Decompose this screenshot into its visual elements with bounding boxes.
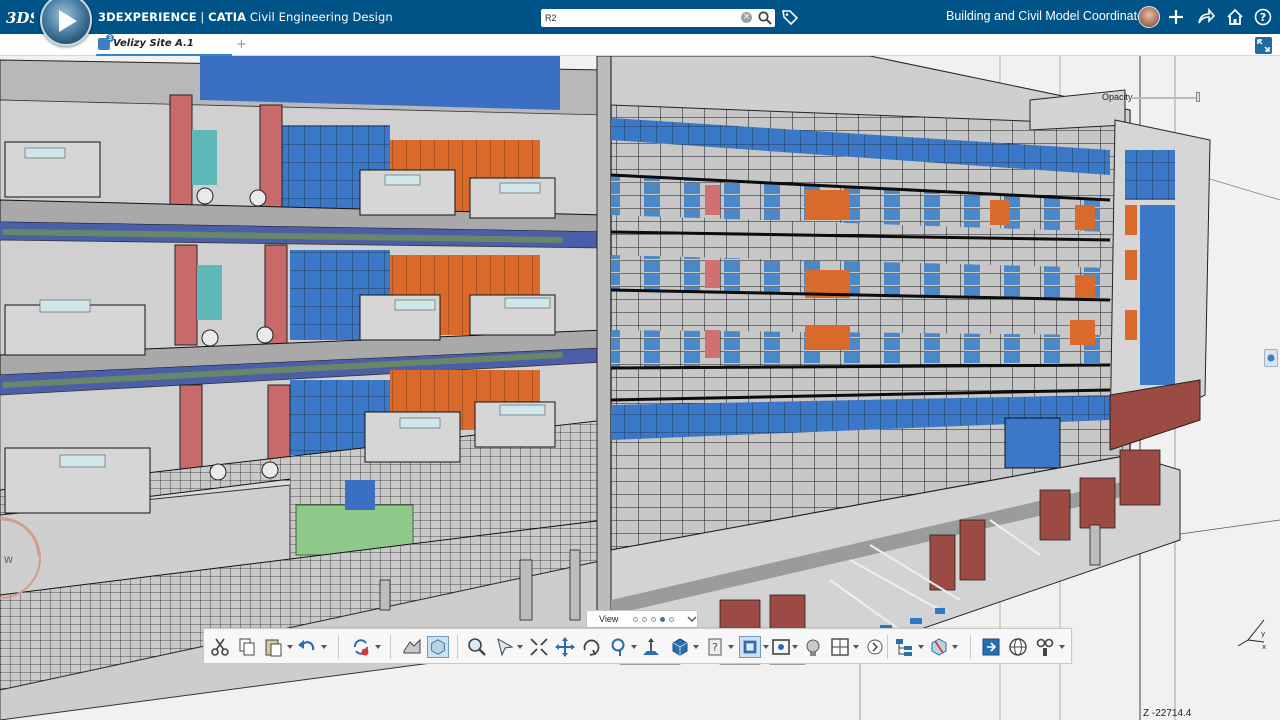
box-icon[interactable] bbox=[427, 636, 449, 658]
compass-direction-label: W bbox=[4, 556, 13, 566]
copy-icon[interactable] bbox=[236, 636, 258, 658]
panel-icon bbox=[1267, 354, 1275, 362]
coordinate-readout: Z -22714.4 bbox=[1143, 708, 1192, 719]
ambiance-icon[interactable] bbox=[802, 636, 824, 658]
svg-text:?: ? bbox=[712, 641, 718, 654]
cut-icon[interactable] bbox=[209, 636, 231, 658]
add-icon[interactable] bbox=[1166, 7, 1186, 27]
toolbar-separator bbox=[338, 635, 339, 659]
search-icon[interactable] bbox=[757, 10, 773, 26]
svg-text:3DS: 3DS bbox=[6, 9, 34, 27]
view-mode-dropdown-caret[interactable] bbox=[763, 645, 769, 649]
cube-view-dropdown-caret[interactable] bbox=[693, 645, 699, 649]
tree-icon[interactable] bbox=[893, 636, 915, 658]
paste-icon[interactable] bbox=[262, 636, 284, 658]
help-icon[interactable]: ? bbox=[704, 636, 726, 658]
svg-text:?: ? bbox=[1260, 11, 1266, 24]
side-panel-handle[interactable] bbox=[1264, 349, 1278, 367]
tab-bar: Velizy Site A.1 + bbox=[0, 34, 1280, 56]
zoom-area-icon[interactable] bbox=[466, 636, 488, 658]
tools-dropdown-caret[interactable] bbox=[1059, 645, 1065, 649]
toolbar-separator bbox=[887, 635, 888, 659]
view-page-dot[interactable] bbox=[633, 617, 638, 622]
toolbar-separator bbox=[457, 635, 458, 659]
tag-icon[interactable] bbox=[781, 8, 799, 26]
tab-velizy-site[interactable]: Velizy Site A.1 bbox=[96, 34, 232, 56]
fly-icon[interactable] bbox=[494, 636, 516, 658]
view-page-dot[interactable] bbox=[642, 617, 647, 622]
tab-label: Velizy Site A.1 bbox=[113, 38, 194, 49]
clear-search-icon[interactable]: × bbox=[741, 12, 752, 23]
undo-icon[interactable] bbox=[296, 636, 318, 658]
title-separator: | bbox=[196, 10, 209, 24]
brand-label: 3DEXPERIENCE bbox=[98, 10, 197, 24]
tree-dropdown-caret[interactable] bbox=[918, 645, 924, 649]
layout-icon[interactable] bbox=[829, 636, 851, 658]
cube-view-icon[interactable] bbox=[669, 636, 691, 658]
share-icon[interactable] bbox=[1196, 7, 1216, 27]
action-bar: ? bbox=[203, 628, 1072, 664]
capture-dropdown-caret[interactable] bbox=[792, 645, 798, 649]
zoom-icon[interactable] bbox=[608, 636, 630, 658]
globe-icon[interactable] bbox=[1007, 636, 1029, 658]
zoom-dropdown-caret[interactable] bbox=[631, 645, 637, 649]
avatar[interactable] bbox=[1138, 6, 1160, 28]
add-tab-button[interactable]: + bbox=[236, 37, 247, 52]
fullscreen-icon[interactable] bbox=[1255, 37, 1272, 54]
section-icon[interactable] bbox=[928, 636, 950, 658]
section-dropdown-caret[interactable] bbox=[952, 645, 958, 649]
opacity-slider[interactable] bbox=[1130, 97, 1200, 99]
app-name: Civil Engineering Design bbox=[249, 10, 393, 24]
toolbar-separator bbox=[390, 635, 391, 659]
export-icon[interactable] bbox=[980, 636, 1002, 658]
normal-view-icon[interactable] bbox=[640, 636, 662, 658]
view-drawer-label: View bbox=[599, 614, 619, 624]
tools-icon[interactable] bbox=[1034, 636, 1056, 658]
role-label[interactable]: Building and Civil Model Coordinator bbox=[946, 9, 1148, 23]
product-label: CATIA bbox=[208, 10, 247, 24]
help-icon[interactable]: ? bbox=[1253, 7, 1273, 27]
top-bar: 3DS 3DEXPERIENCE | CATIA Civil Engineeri… bbox=[0, 0, 1280, 46]
part-icon[interactable] bbox=[401, 636, 423, 658]
expand-icon bbox=[1257, 39, 1270, 52]
fit-all-icon[interactable] bbox=[528, 636, 550, 658]
view-mode-icon[interactable] bbox=[739, 636, 761, 658]
opacity-slider-handle[interactable] bbox=[1196, 92, 1200, 102]
fly-dropdown-caret[interactable] bbox=[517, 645, 523, 649]
toolbar-separator bbox=[970, 635, 971, 659]
rotate-icon[interactable] bbox=[580, 636, 602, 658]
play-icon bbox=[59, 10, 77, 32]
view-page-dot[interactable] bbox=[669, 617, 674, 622]
pan-icon[interactable] bbox=[554, 636, 576, 658]
product-icon bbox=[98, 34, 114, 50]
update-icon[interactable] bbox=[350, 636, 372, 658]
app-title: 3DEXPERIENCE | CATIA Civil Engineering D… bbox=[98, 10, 393, 24]
view-page-dot-active[interactable] bbox=[660, 617, 665, 622]
axis-triad-icon[interactable]: y x bbox=[1236, 616, 1270, 650]
search-box: × bbox=[541, 9, 775, 27]
ds-logo: 3DS bbox=[6, 6, 40, 33]
svg-text:x: x bbox=[1262, 643, 1266, 650]
layout-dropdown-caret[interactable] bbox=[853, 645, 859, 649]
home-icon[interactable] bbox=[1225, 7, 1245, 27]
paste-dropdown-caret[interactable] bbox=[287, 645, 293, 649]
undo-dropdown-caret[interactable] bbox=[321, 645, 327, 649]
ds-logo-icon: 3DS bbox=[6, 9, 40, 27]
search-input[interactable] bbox=[545, 10, 735, 26]
update-dropdown-caret[interactable] bbox=[375, 645, 381, 649]
opacity-label: Opacity bbox=[1102, 92, 1133, 102]
view-drawer[interactable]: View bbox=[586, 610, 698, 628]
view-page-dot[interactable] bbox=[651, 617, 656, 622]
svg-text:y: y bbox=[1261, 630, 1265, 638]
more-icon[interactable] bbox=[864, 636, 886, 658]
help-dropdown-caret[interactable] bbox=[728, 645, 734, 649]
chevron-down-icon[interactable] bbox=[687, 614, 697, 624]
capture-icon[interactable] bbox=[770, 636, 792, 658]
